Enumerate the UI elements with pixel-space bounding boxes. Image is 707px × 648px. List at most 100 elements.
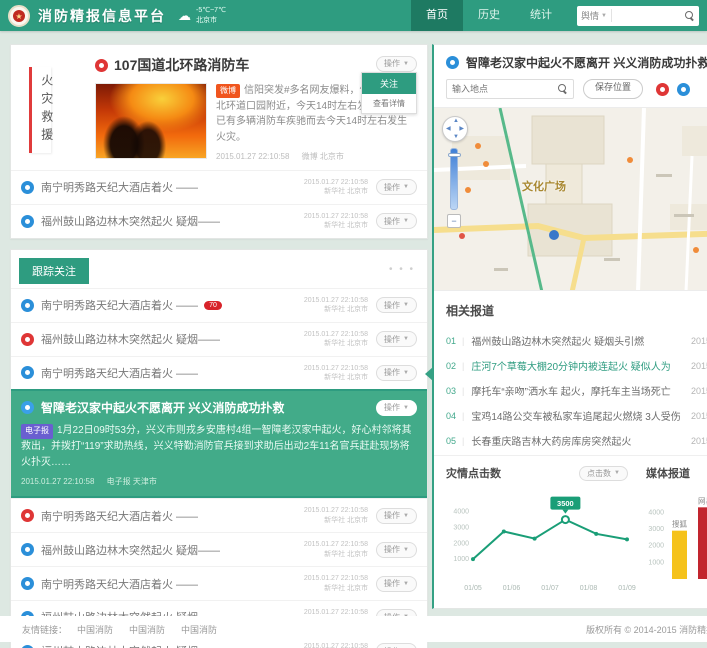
detail-title: 智障老汉家中起火不愿离开 兴义消防成功扑救 bbox=[466, 54, 707, 71]
chevron-down-icon: ▼ bbox=[601, 13, 607, 19]
footer-link[interactable]: 中国消防 bbox=[181, 623, 217, 636]
header-search: 舆情 ▼ bbox=[577, 6, 699, 26]
related-date: 2015.01.27 bbox=[691, 361, 707, 371]
related-item[interactable]: 03| 摩托车“亲吻”洒水车 起火，摩托车主当场死亡 2015.01.27 bbox=[434, 378, 707, 403]
timestamp: 2015.01.27 22:10:58 bbox=[304, 643, 368, 648]
timestamp: 2015.01.27 22:10:58 bbox=[304, 297, 368, 304]
map-zoom-out-button[interactable]: − bbox=[447, 214, 461, 228]
nav-tab-home[interactable]: 首页 bbox=[411, 0, 463, 31]
news-row[interactable]: 南宁明秀路天纪大酒店着火 —— 70 2015.01.27 22:10:58 新… bbox=[11, 288, 427, 322]
svg-text:2000: 2000 bbox=[648, 543, 664, 550]
search-icon[interactable] bbox=[685, 11, 695, 21]
action-button[interactable]: 操作▼ bbox=[376, 542, 417, 558]
related-item[interactable]: 04| 宝鸡14路公交车被私家车追尾起火燃烧 3人受伤 2015.01.27 bbox=[434, 403, 707, 428]
timestamp: 2015.01.27 22:10:58 bbox=[304, 507, 368, 514]
featured-card: 火灾救援 107国道北环路消防车 操作▼ 关注 查看详情 bbox=[10, 44, 428, 239]
action-menu: 关注 查看详情 bbox=[361, 72, 417, 114]
featured-news[interactable]: 107国道北环路消防车 操作▼ 关注 查看详情 微博信阳突发#多名网友爆料，信阳… bbox=[11, 45, 427, 170]
source-location: 电子报 天津市 bbox=[107, 477, 157, 486]
fire-marker-icon bbox=[21, 577, 34, 590]
related-item[interactable]: 05| 长春重庆路吉林大药房库房突然起火 2015.01.27 bbox=[434, 428, 707, 453]
more-options-icon[interactable]: • • • bbox=[389, 264, 415, 275]
svg-text:4000: 4000 bbox=[648, 509, 664, 516]
fire-marker-icon bbox=[95, 59, 108, 72]
header: 消防精报信息平台 ☁ -5℃~7℃ 北京市 首页 历史 统计 舆情 ▼ bbox=[0, 0, 707, 31]
source-location: 新华社 北京市 bbox=[324, 188, 368, 195]
news-row[interactable]: 南宁明秀路天纪大酒店着火 —— 2015.01.27 22:10:58 新华社 … bbox=[11, 356, 427, 390]
category-vertical-tab[interactable]: 火灾救援 bbox=[29, 67, 51, 153]
timestamp: 2015.01.27 22:10:58 bbox=[304, 213, 368, 220]
map-place-label: 文化广场 bbox=[522, 178, 566, 194]
action-button[interactable]: 操作▼ bbox=[376, 508, 417, 524]
menu-item-follow[interactable]: 关注 bbox=[362, 73, 416, 94]
action-button[interactable]: 操作▼ bbox=[376, 331, 417, 347]
svg-text:01/06: 01/06 bbox=[503, 585, 521, 592]
timestamp: 2015.01.27 22:10:58 bbox=[304, 179, 368, 186]
chevron-down-icon: ▼ bbox=[403, 61, 409, 67]
footer: 友情链接： 中国消防 中国消防 中国消防 版权所有 © 2014-2015 消防… bbox=[0, 616, 707, 642]
footer-link[interactable]: 中国消防 bbox=[129, 623, 165, 636]
chart-metric-dropdown[interactable]: 点击数▼ bbox=[579, 466, 628, 481]
news-row[interactable]: 南宁明秀路天纪大酒店着火 —— 2015.01.27 22:10:58 新华社 … bbox=[11, 498, 427, 532]
fire-photo-thumbnail bbox=[95, 83, 207, 159]
svg-text:3000: 3000 bbox=[648, 526, 664, 533]
fire-marker-blue-icon[interactable] bbox=[677, 83, 690, 96]
menu-item-detail[interactable]: 查看详情 bbox=[362, 94, 416, 113]
clicks-line-chart: 灾情点击数 点击数▼ 100020003000400001/0501/0601/… bbox=[446, 465, 636, 600]
nav-tab-history[interactable]: 历史 bbox=[463, 0, 515, 31]
action-button[interactable]: 操作▼ bbox=[376, 56, 417, 72]
source-location: 新华社 北京市 bbox=[324, 306, 368, 313]
related-date: 2015.01.27 bbox=[691, 436, 707, 446]
footer-link[interactable]: 中国消防 bbox=[77, 623, 113, 636]
fire-marker-icon bbox=[21, 401, 34, 414]
selected-news-item[interactable]: 智障老汉家中起火不愿离开 兴义消防成功扑救 操作▼ 电子报1月22日09时53分… bbox=[11, 389, 427, 498]
tracking-card: 跟踪关注 • • • 南宁明秀路天纪大酒店着火 —— 70 2015.01.27… bbox=[10, 249, 428, 648]
header-search-input[interactable] bbox=[612, 11, 685, 21]
news-row[interactable]: 福州鼓山路边林木突然起火 疑烟—— 2015.01.27 22:10:58 新华… bbox=[11, 322, 427, 356]
fire-marker-red-icon[interactable] bbox=[656, 83, 669, 96]
source-location: 新华社 北京市 bbox=[324, 585, 368, 592]
line-chart-title: 灾情点击数 bbox=[446, 465, 501, 481]
related-item[interactable]: 02| 庄河7个草莓大棚20分钟内被连起火 疑似人为 2015.01.27 bbox=[434, 353, 707, 378]
map-search-input[interactable] bbox=[452, 84, 558, 94]
source-location: 新华社 北京市 bbox=[324, 340, 368, 347]
svg-text:1000: 1000 bbox=[648, 559, 664, 566]
selected-body-text: 电子报1月22日09时53分，兴义市则戎乡安唐村4组一智障老汉家中起火，好心村邻… bbox=[21, 423, 417, 471]
zoom-knob[interactable] bbox=[448, 153, 461, 157]
action-button[interactable]: 操作▼ bbox=[376, 213, 417, 229]
svg-text:2000: 2000 bbox=[453, 540, 469, 547]
search-category-dropdown[interactable]: 舆情 ▼ bbox=[581, 9, 612, 22]
line-chart-svg: 100020003000400001/0501/0601/0701/0801/0… bbox=[446, 481, 636, 595]
footer-links-label: 友情链接： bbox=[22, 623, 67, 636]
charts-row: 灾情点击数 点击数▼ 100020003000400001/0501/0601/… bbox=[434, 455, 707, 600]
action-button[interactable]: 操作▼ bbox=[376, 400, 417, 416]
map-graphics bbox=[434, 108, 707, 291]
search-icon[interactable] bbox=[558, 84, 568, 94]
map-view[interactable]: 文化广场 ▲▼◀▶ − bbox=[434, 107, 707, 291]
source-location: 新华社 北京市 bbox=[324, 517, 368, 524]
related-reports: 相关报道 01| 福州鼓山路边林木突然起火 疑烟头引燃 2015.01.27 0… bbox=[434, 291, 707, 455]
save-location-button[interactable]: 保存位置 bbox=[583, 79, 643, 99]
fire-marker-icon bbox=[21, 543, 34, 556]
source-tag: 电子报 bbox=[21, 424, 53, 439]
news-row[interactable]: 南宁明秀路天纪大酒店着火 —— 2015.01.27 22:10:58 新华社 … bbox=[11, 566, 427, 600]
news-row[interactable]: 南宁明秀路天纪大酒店着火 —— 2015.01.27 22:10:58 新华社 … bbox=[11, 170, 427, 204]
news-row[interactable]: 福州鼓山路边林木突然起火 疑烟—— 2015.01.27 22:10:58 新华… bbox=[11, 532, 427, 566]
action-button[interactable]: 操作▼ bbox=[376, 297, 417, 313]
map-zoom-slider[interactable] bbox=[450, 148, 458, 210]
related-item[interactable]: 01| 福州鼓山路边林木突然起火 疑烟头引燃 2015.01.27 bbox=[434, 328, 707, 353]
svg-text:搜狐: 搜狐 bbox=[672, 519, 687, 529]
news-row[interactable]: 福州鼓山路边林木突然起火 疑烟—— 2015.01.27 22:10:58 新华… bbox=[11, 204, 427, 238]
svg-text:01/05: 01/05 bbox=[464, 585, 482, 592]
timestamp: 2015.01.27 22:10:58 bbox=[216, 152, 289, 161]
action-button[interactable]: 操作▼ bbox=[376, 576, 417, 592]
fire-emblem-logo-icon bbox=[8, 5, 30, 27]
action-button[interactable]: 操作▼ bbox=[376, 365, 417, 381]
action-button[interactable]: 操作▼ bbox=[376, 643, 417, 648]
nav-tab-stats[interactable]: 统计 bbox=[515, 0, 567, 31]
action-button[interactable]: 操作▼ bbox=[376, 179, 417, 195]
fire-marker-icon bbox=[21, 181, 34, 194]
fire-marker-icon bbox=[21, 215, 34, 228]
map-pan-control[interactable]: ▲▼◀▶ bbox=[442, 116, 468, 142]
weather-widget: ☁ -5℃~7℃ 北京市 bbox=[178, 6, 226, 25]
